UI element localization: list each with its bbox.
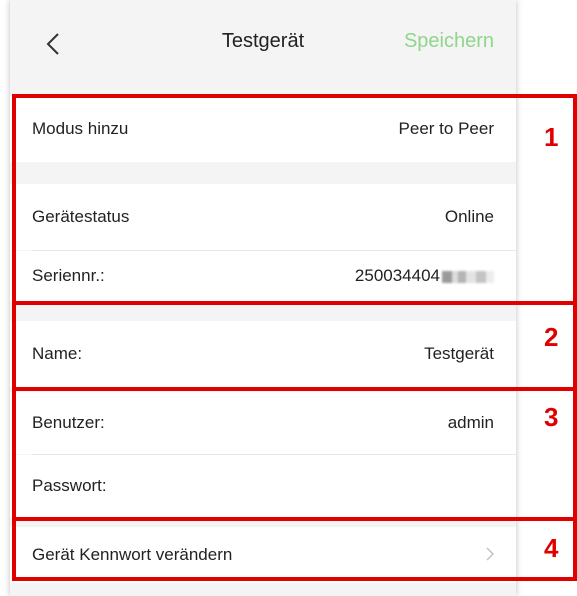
- save-button[interactable]: Speichern: [404, 30, 494, 53]
- annotation-number-2: 2: [544, 322, 559, 352]
- annotation-box-2: [12, 301, 577, 391]
- annotation-number-1: 1: [544, 122, 559, 152]
- annotation-box-1: [12, 94, 577, 305]
- annotation-number-3: 3: [544, 402, 559, 432]
- nav-bar: Testgerät Speichern: [10, 0, 516, 92]
- annotation-box-3: [12, 387, 577, 521]
- annotation-number-4: 4: [544, 533, 559, 563]
- annotation-box-4: [12, 517, 577, 581]
